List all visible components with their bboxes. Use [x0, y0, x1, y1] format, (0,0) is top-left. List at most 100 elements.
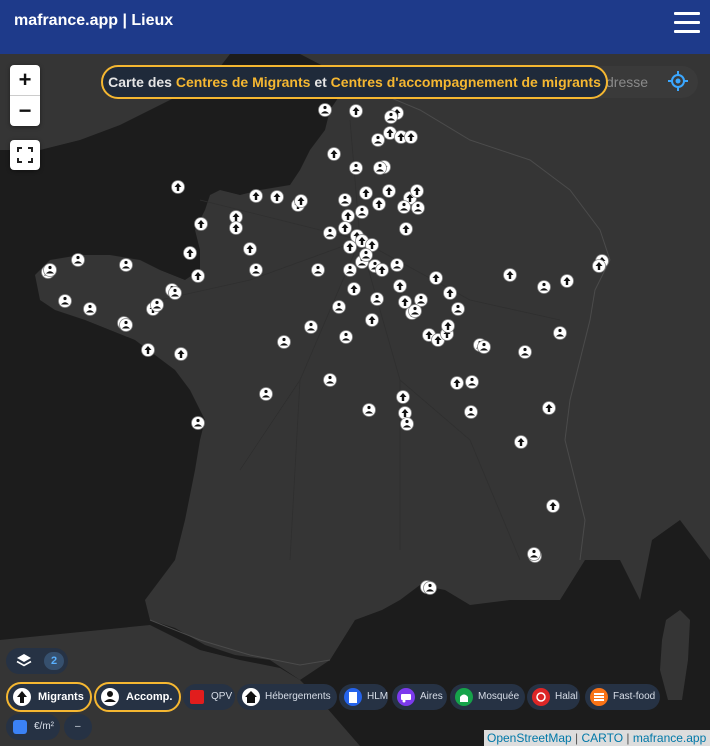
accompaniment-centre-marker[interactable]: [423, 581, 437, 595]
accompaniment-centre-marker[interactable]: [408, 304, 422, 318]
migrant-centre-marker[interactable]: [171, 180, 185, 194]
migrant-centre-marker[interactable]: [191, 269, 205, 283]
migrant-centre-marker[interactable]: [375, 263, 389, 277]
migrant-centre-marker[interactable]: [347, 282, 361, 296]
locate-icon[interactable]: [668, 71, 688, 91]
fullscreen-button[interactable]: [10, 140, 40, 170]
migrant-centre-marker[interactable]: [327, 147, 341, 161]
migrant-centre-marker[interactable]: [410, 184, 424, 198]
accompaniment-centre-marker[interactable]: [119, 258, 133, 272]
accompaniment-centre-marker[interactable]: [323, 373, 337, 387]
migrant-centre-marker[interactable]: [194, 217, 208, 231]
filter-migrants-chip[interactable]: Migrants: [6, 682, 92, 712]
accompaniment-centre-marker[interactable]: [58, 294, 72, 308]
migrant-centre-marker[interactable]: [174, 347, 188, 361]
migrant-centre-marker[interactable]: [382, 184, 396, 198]
migrant-centre-marker[interactable]: [338, 221, 352, 235]
map-canvas[interactable]: [0, 54, 710, 746]
migrant-centre-marker[interactable]: [183, 246, 197, 260]
accompaniment-centre-marker[interactable]: [464, 405, 478, 419]
migrant-centre-marker[interactable]: [393, 279, 407, 293]
migrant-centre-marker[interactable]: [343, 240, 357, 254]
filter-accomp-chip[interactable]: Accomp.: [94, 682, 181, 712]
accompaniment-centre-marker[interactable]: [527, 547, 541, 561]
migrant-centre-marker[interactable]: [429, 271, 443, 285]
accompaniment-centre-marker[interactable]: [359, 248, 373, 262]
mafrance-link[interactable]: mafrance.app: [633, 731, 706, 745]
accompaniment-centre-marker[interactable]: [323, 226, 337, 240]
zoom-in-button[interactable]: +: [10, 65, 40, 95]
accompaniment-centre-marker[interactable]: [390, 258, 404, 272]
accompaniment-centre-marker[interactable]: [537, 280, 551, 294]
accompaniment-centre-marker[interactable]: [465, 375, 479, 389]
accompaniment-centre-marker[interactable]: [451, 302, 465, 316]
migrant-centre-marker[interactable]: [294, 194, 308, 208]
migrant-centre-marker[interactable]: [349, 104, 363, 118]
filter-mosquee-chip[interactable]: Mosquée: [450, 684, 525, 710]
migrant-centre-marker[interactable]: [560, 274, 574, 288]
accompaniment-centre-marker[interactable]: [362, 403, 376, 417]
migrant-centre-marker[interactable]: [514, 435, 528, 449]
filter-halal-chip[interactable]: Halal: [527, 684, 580, 710]
accompaniment-centre-marker[interactable]: [343, 263, 357, 277]
accompaniment-centre-marker[interactable]: [168, 286, 182, 300]
migrant-centre-marker[interactable]: [359, 186, 373, 200]
migrant-centre-marker[interactable]: [141, 343, 155, 357]
accompaniment-centre-marker[interactable]: [518, 345, 532, 359]
carto-link[interactable]: CARTO: [582, 731, 624, 745]
migrant-centre-marker[interactable]: [503, 268, 517, 282]
hamburger-menu-icon[interactable]: [674, 12, 700, 34]
accompaniment-centre-marker[interactable]: [119, 318, 133, 332]
accompaniment-centre-marker[interactable]: [373, 161, 387, 175]
accompaniment-centre-marker[interactable]: [339, 330, 353, 344]
accompaniment-centre-marker[interactable]: [43, 263, 57, 277]
migrant-centre-marker[interactable]: [270, 190, 284, 204]
accompaniment-centre-marker[interactable]: [411, 201, 425, 215]
accompaniment-centre-marker[interactable]: [338, 193, 352, 207]
migrant-centre-marker[interactable]: [372, 197, 386, 211]
layers-button[interactable]: 2: [6, 648, 68, 674]
accompaniment-centre-marker[interactable]: [83, 302, 97, 316]
accompaniment-centre-marker[interactable]: [318, 103, 332, 117]
zoom-out-button[interactable]: −: [10, 96, 40, 126]
accompaniment-centre-marker[interactable]: [370, 292, 384, 306]
accompaniment-centre-marker[interactable]: [249, 263, 263, 277]
accompaniment-centre-marker[interactable]: [71, 253, 85, 267]
migrant-centre-marker[interactable]: [399, 222, 413, 236]
migrant-centre-marker[interactable]: [450, 376, 464, 390]
migrant-centre-marker[interactable]: [592, 259, 606, 273]
migrant-centre-marker[interactable]: [341, 209, 355, 223]
filter-aires-chip[interactable]: Aires: [392, 684, 447, 710]
filter-hebergements-chip[interactable]: Hébergements: [237, 684, 337, 710]
filter-qpv-chip[interactable]: QPV: [183, 684, 235, 710]
accompaniment-centre-marker[interactable]: [397, 200, 411, 214]
migrant-centre-marker[interactable]: [542, 401, 556, 415]
migrant-centre-marker[interactable]: [229, 221, 243, 235]
accompaniment-centre-marker[interactable]: [349, 161, 363, 175]
osm-link[interactable]: OpenStreetMap: [487, 731, 572, 745]
accompaniment-centre-marker[interactable]: [355, 205, 369, 219]
app-title[interactable]: mafrance.app | Lieux: [14, 12, 173, 30]
accompaniment-centre-marker[interactable]: [400, 417, 414, 431]
migrant-centre-marker[interactable]: [404, 130, 418, 144]
migrant-centre-marker[interactable]: [546, 499, 560, 513]
filter-fastfood-chip[interactable]: Fast-food: [585, 684, 660, 710]
accompaniment-centre-marker[interactable]: [277, 335, 291, 349]
migrant-centre-marker[interactable]: [396, 390, 410, 404]
address-search-input[interactable]: [606, 72, 656, 92]
migrant-centre-marker[interactable]: [243, 242, 257, 256]
filter-hlm-chip[interactable]: HLM: [339, 684, 388, 710]
accompaniment-centre-marker[interactable]: [553, 326, 567, 340]
migrant-centre-marker[interactable]: [365, 313, 379, 327]
accompaniment-centre-marker[interactable]: [384, 110, 398, 124]
accompaniment-centre-marker[interactable]: [259, 387, 273, 401]
accompaniment-centre-marker[interactable]: [304, 320, 318, 334]
migrant-centre-marker[interactable]: [443, 286, 457, 300]
accompaniment-centre-marker[interactable]: [371, 133, 385, 147]
filter-price-chip[interactable]: €/m²: [6, 714, 60, 740]
accompaniment-centre-marker[interactable]: [477, 340, 491, 354]
accompaniment-centre-marker[interactable]: [150, 298, 164, 312]
migrant-centre-marker[interactable]: [249, 189, 263, 203]
filter-more-chip[interactable]: –: [64, 714, 92, 740]
accompaniment-centre-marker[interactable]: [191, 416, 205, 430]
